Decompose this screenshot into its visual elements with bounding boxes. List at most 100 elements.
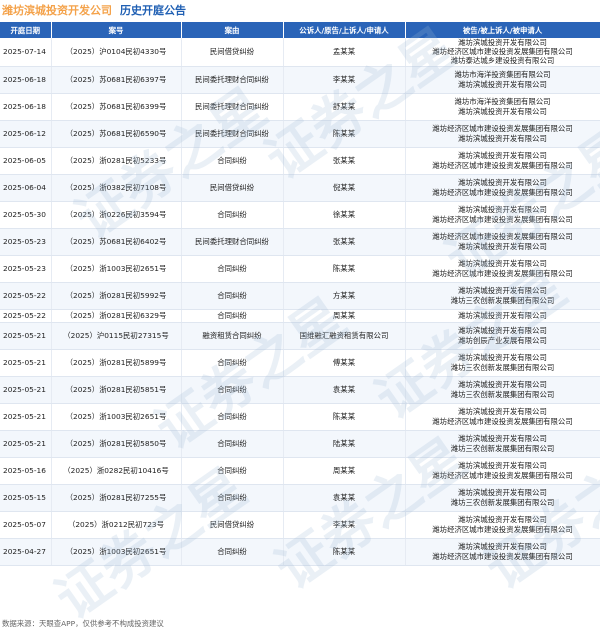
hearing-date: 2025-05-30 bbox=[0, 201, 52, 229]
case-number: （2025）苏0681民初6399号 bbox=[51, 93, 182, 121]
case-cause: 合同纠纷 bbox=[181, 282, 284, 310]
defendant-name: 潍坊滨城投资开发有限公司 bbox=[458, 79, 547, 89]
plaintiff-name: 国维融汇融资租赁有限公司 bbox=[283, 322, 406, 350]
defendant-name: 潍坊滨城投资开发有限公司 bbox=[458, 133, 547, 143]
defendant-cell: 潍坊滨城投资开发有限公司 潍坊经济区城市建设投资发展集团有限公司 bbox=[405, 538, 600, 566]
case-cause: 合同纠纷 bbox=[181, 376, 284, 404]
table-row: 2025-06-12 （2025）苏0681民初6590号 民间委托理财合同纠纷 陈某… bbox=[0, 120, 600, 148]
case-number: （2025）浙1003民初2651号 bbox=[51, 538, 182, 566]
defendant-name: 潍坊滨城投资开发有限公司 bbox=[458, 407, 547, 417]
defendant-name: 潍坊经济区城市建设投资发展集团有限公司 bbox=[432, 47, 573, 57]
hearing-date: 2025-05-07 bbox=[0, 511, 52, 539]
table-row: 2025-05-16 （2025）浙0282民初10416号 合同纠纷 周某某 潍坊滨城… bbox=[0, 457, 600, 485]
defendant-cell: 潍坊滨城投资开发有限公司 潍坊经济区城市建设投资发展集团有限公司 bbox=[405, 201, 600, 229]
case-number: （2025）浙0282民初10416号 bbox=[51, 457, 182, 485]
defendant-cell: 潍坊滨城投资开发有限公司 潍坊三农创新发展集团有限公司 bbox=[405, 349, 600, 377]
table-row: 2025-06-18 （2025）苏0681民初6399号 民间委托理财合同纠纷 舒某… bbox=[0, 93, 600, 121]
case-cause: 合同纠纷 bbox=[181, 255, 284, 283]
defendant-cell: 潍坊滨城投资开发有限公司 潍坊经济区城市建设投资发展集团有限公司 bbox=[405, 511, 600, 539]
case-cause: 民间委托理财合同纠纷 bbox=[181, 93, 284, 121]
defendant-name: 潍坊滨城投资开发有限公司 bbox=[458, 259, 547, 269]
hearing-date: 2025-04-27 bbox=[0, 538, 52, 566]
defendant-name: 潍坊滨城投资开发有限公司 bbox=[458, 241, 547, 251]
defendant-name: 潍坊滨城投资开发有限公司 bbox=[458, 311, 547, 320]
case-number: （2025）沪0104民初4330号 bbox=[51, 38, 182, 67]
defendant-cell: 潍坊滨城投资开发有限公司 潍坊经济区城市建设投资发展集团有限公司 bbox=[405, 147, 600, 175]
plaintiff-name: 陈某某 bbox=[283, 255, 406, 283]
page-header: 潍坊滨城投资开发公司 历史开庭公告 bbox=[0, 0, 600, 20]
defendant-name: 潍坊滨城投资开发有限公司 bbox=[458, 434, 547, 444]
case-cause: 合同纠纷 bbox=[181, 309, 284, 323]
defendant-name: 潍坊滨城投资开发有限公司 bbox=[458, 461, 547, 471]
table-row: 2025-05-21 （2025）浙0281民初5899号 合同纠纷 傅某某 潍坊滨城投… bbox=[0, 349, 600, 377]
case-number: （2025）苏0681民初6590号 bbox=[51, 120, 182, 148]
defendant-cell: 潍坊滨城投资开发有限公司 潍坊三农创新发展集团有限公司 bbox=[405, 282, 600, 310]
case-number: （2025）浙0281民初5850号 bbox=[51, 430, 182, 458]
defendant-name: 潍坊经济区城市建设投资发展集团有限公司 bbox=[432, 416, 573, 426]
hearing-date: 2025-05-21 bbox=[0, 376, 52, 404]
data-source-note: 数据来源：天眼查APP，仅供参考不构成投资建议 bbox=[2, 619, 164, 628]
defendant-name: 潍坊市海洋投资集团有限公司 bbox=[454, 70, 551, 80]
hearing-date: 2025-05-21 bbox=[0, 430, 52, 458]
table-row: 2025-06-05 （2025）浙0281民初5233号 合同纠纷 张某某 潍坊滨城投… bbox=[0, 147, 600, 175]
case-cause: 合同纠纷 bbox=[181, 349, 284, 377]
table-row: 2025-05-15 （2025）浙0281民初7255号 合同纠纷 袁某某 潍坊滨城投… bbox=[0, 484, 600, 512]
table-row: 2025-06-18 （2025）苏0681民初6397号 民间委托理财合同纠纷 李某… bbox=[0, 66, 600, 94]
defendant-name: 潍坊滨城投资开发有限公司 bbox=[458, 380, 547, 390]
defendant-name: 潍坊经济区城市建设投资发展集团有限公司 bbox=[432, 470, 573, 480]
page-title: 历史开庭公告 bbox=[120, 4, 186, 17]
plaintiff-name: 陈某某 bbox=[283, 538, 406, 566]
table-row: 2025-04-27 （2025）浙1003民初2651号 合同纠纷 陈某某 潍坊滨城投… bbox=[0, 538, 600, 566]
defendant-name: 潍坊经济区城市建设投资发展集团有限公司 bbox=[432, 160, 573, 170]
defendant-name: 潍坊滨城投资开发有限公司 bbox=[458, 106, 547, 116]
plaintiff-name: 孟某某 bbox=[283, 38, 406, 67]
plaintiff-name: 李某某 bbox=[283, 511, 406, 539]
hearing-date: 2025-05-23 bbox=[0, 255, 52, 283]
hearing-date: 2025-05-21 bbox=[0, 322, 52, 350]
case-cause: 合同纠纷 bbox=[181, 538, 284, 566]
case-number: （2025）浙0212民初723号 bbox=[51, 511, 182, 539]
defendant-name: 潍坊滨城投资开发有限公司 bbox=[458, 488, 547, 498]
table-header-row: 开庭日期 案号 案由 公诉人/原告/上诉人/申请人 被告/被上诉人/被申请人 bbox=[0, 22, 600, 38]
case-cause: 合同纠纷 bbox=[181, 430, 284, 458]
defendant-name: 潍坊滨城投资开发有限公司 bbox=[458, 38, 547, 47]
plaintiff-name: 周某某 bbox=[283, 457, 406, 485]
case-cause: 合同纠纷 bbox=[181, 403, 284, 431]
hearing-date: 2025-06-12 bbox=[0, 120, 52, 148]
hearing-date: 2025-05-15 bbox=[0, 484, 52, 512]
defendant-cell: 潍坊滨城投资开发有限公司 潍坊经济区城市建设投资发展集团有限公司 bbox=[405, 457, 600, 485]
table-row: 2025-05-21 （2025）浙1003民初2651号 合同纠纷 陈某某 潍坊滨城投… bbox=[0, 403, 600, 431]
hearing-date: 2025-06-05 bbox=[0, 147, 52, 175]
case-number: （2025）浙0281民初5992号 bbox=[51, 282, 182, 310]
table-row: 2025-06-04 （2025）浙0382民初7108号 民间借贷纠纷 倪某某 潍坊滨… bbox=[0, 174, 600, 202]
case-number: （2025）浙1003民初2651号 bbox=[51, 255, 182, 283]
plaintiff-name: 袁某某 bbox=[283, 484, 406, 512]
defendant-name: 潍坊三农创新发展集团有限公司 bbox=[450, 389, 555, 399]
defendant-name: 潍坊三农创新发展集团有限公司 bbox=[450, 443, 555, 453]
case-cause: 合同纠纷 bbox=[181, 201, 284, 229]
hearing-date: 2025-06-18 bbox=[0, 93, 52, 121]
table-row: 2025-05-23 （2025）浙1003民初2651号 合同纠纷 陈某某 潍坊滨城投… bbox=[0, 255, 600, 283]
defendant-cell: 潍坊市海洋投资集团有限公司 潍坊滨城投资开发有限公司 bbox=[405, 93, 600, 121]
plaintiff-name: 徐某某 bbox=[283, 201, 406, 229]
hearing-date: 2025-05-22 bbox=[0, 282, 52, 310]
defendant-cell: 潍坊滨城投资开发有限公司 潍坊经济区城市建设投资发展集团有限公司 bbox=[405, 174, 600, 202]
defendant-name: 潍坊经济区城市建设投资发展集团有限公司 bbox=[432, 214, 573, 224]
defendant-cell: 潍坊滨城投资开发有限公司 潍坊三农创新发展集团有限公司 bbox=[405, 430, 600, 458]
defendant-cell: 潍坊滨城投资开发有限公司 潍坊经济区城市建设投资发展集团有限公司 潍坊泰达城乡建设投… bbox=[405, 38, 600, 67]
defendant-cell: 潍坊市海洋投资集团有限公司 潍坊滨城投资开发有限公司 bbox=[405, 66, 600, 94]
case-cause: 民间委托理财合同纠纷 bbox=[181, 120, 284, 148]
defendant-cell: 潍坊滨城投资开发有限公司 潍坊经济区城市建设投资发展集团有限公司 bbox=[405, 255, 600, 283]
defendant-cell: 潍坊滨城投资开发有限公司 bbox=[405, 309, 600, 323]
case-cause: 民间借贷纠纷 bbox=[181, 38, 284, 67]
hearing-date: 2025-05-23 bbox=[0, 228, 52, 256]
table-row: 2025-05-22 （2025）浙0281民初5992号 合同纠纷 方某某 潍坊滨城投… bbox=[0, 282, 600, 310]
case-cause: 民间借贷纠纷 bbox=[181, 174, 284, 202]
case-number: （2025）浙0382民初7108号 bbox=[51, 174, 182, 202]
defendant-name: 潍坊滨城投资开发有限公司 bbox=[458, 326, 547, 336]
defendant-name: 潍坊经济区城市建设投资发展集团有限公司 bbox=[432, 232, 573, 242]
defendant-name: 潍坊滨城投资开发有限公司 bbox=[458, 205, 547, 215]
plaintiff-name: 张某某 bbox=[283, 147, 406, 175]
defendant-name: 潍坊滨城投资开发有限公司 bbox=[458, 178, 547, 188]
hearing-date: 2025-05-16 bbox=[0, 457, 52, 485]
